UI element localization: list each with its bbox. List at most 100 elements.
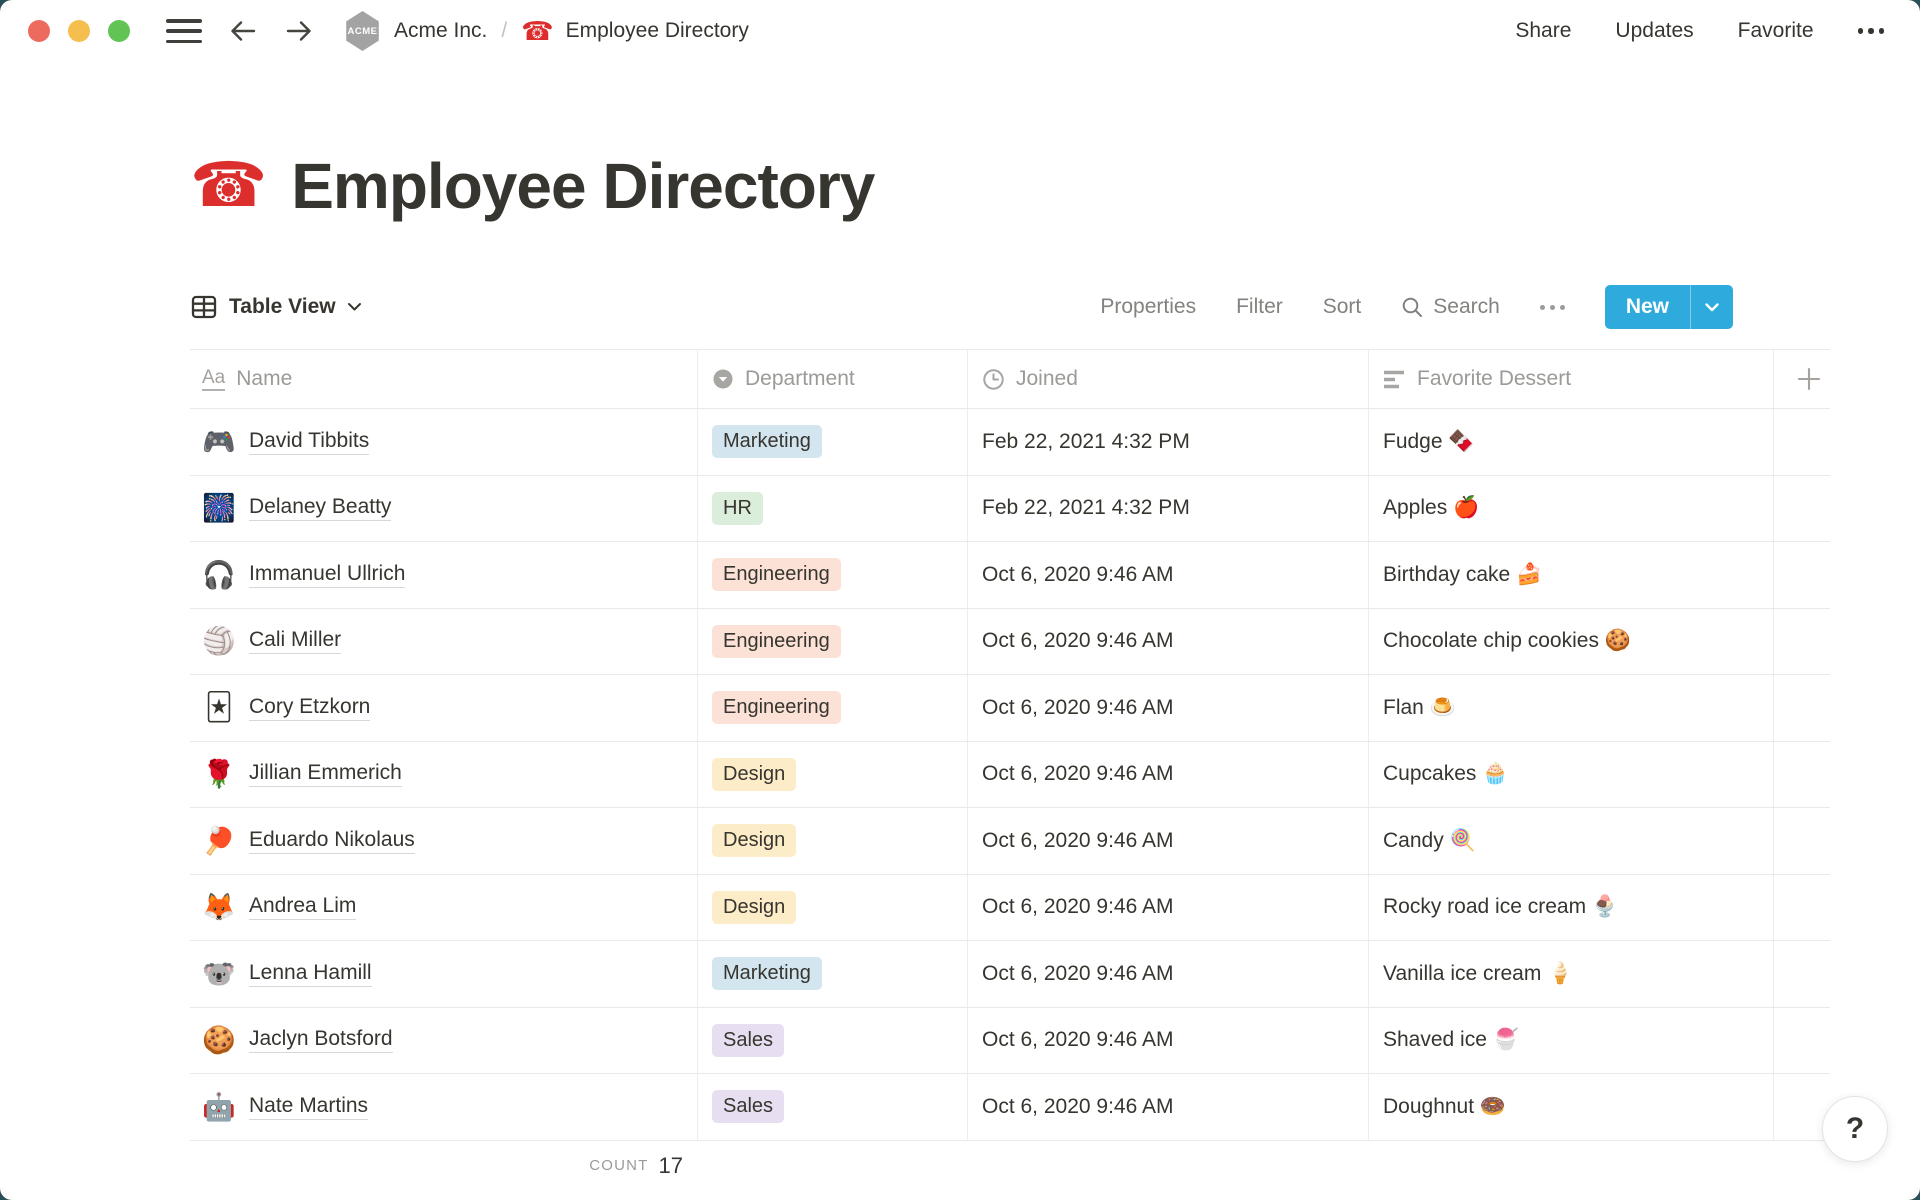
name-cell[interactable]: 🏐 Cali Miller — [190, 609, 697, 675]
table-count[interactable]: COUNT 17 — [190, 1141, 697, 1191]
table-row[interactable]: 🏐 Cali Miller Engineering Oct 6, 2020 9:… — [190, 609, 1830, 676]
dessert-cell[interactable]: Rocky road ice cream 🍨 — [1368, 875, 1773, 941]
table-row[interactable]: 🃏 Cory Etzkorn Engineering Oct 6, 2020 9… — [190, 675, 1830, 742]
department-cell[interactable]: Engineering — [697, 675, 967, 741]
joined-cell[interactable]: Oct 6, 2020 9:46 AM — [967, 542, 1368, 608]
department-cell[interactable]: Sales — [697, 1008, 967, 1074]
table-row[interactable]: 🎧 Immanuel Ullrich Engineering Oct 6, 20… — [190, 542, 1830, 609]
new-record-button[interactable]: New — [1605, 285, 1690, 329]
forward-button[interactable] — [284, 17, 314, 45]
joined-cell[interactable]: Oct 6, 2020 9:46 AM — [967, 941, 1368, 1007]
department-cell[interactable]: Marketing — [697, 409, 967, 475]
name-cell[interactable]: 🤖 Nate Martins — [190, 1074, 697, 1140]
sidebar-menu-icon[interactable] — [166, 19, 202, 43]
joined-cell[interactable]: Oct 6, 2020 9:46 AM — [967, 609, 1368, 675]
breadcrumb-page[interactable]: Employee Directory — [566, 19, 749, 43]
employee-page-link[interactable]: Jillian Emmerich — [249, 761, 402, 787]
name-cell[interactable]: 🌹 Jillian Emmerich — [190, 742, 697, 808]
name-cell[interactable]: 🍪 Jaclyn Botsford — [190, 1008, 697, 1074]
employee-page-link[interactable]: David Tibbits — [249, 429, 369, 455]
table-row[interactable]: 🎆 Delaney Beatty HR Feb 22, 2021 4:32 PM… — [190, 476, 1830, 543]
name-cell[interactable]: 🎮 David Tibbits — [190, 409, 697, 475]
department-cell[interactable]: Engineering — [697, 542, 967, 608]
dessert-cell[interactable]: Flan 🍮 — [1368, 675, 1773, 741]
department-cell[interactable]: Design — [697, 808, 967, 874]
dessert-cell[interactable]: Shaved ice 🍧 — [1368, 1008, 1773, 1074]
page-title[interactable]: Employee Directory — [291, 149, 874, 223]
name-cell[interactable]: 🎧 Immanuel Ullrich — [190, 542, 697, 608]
search-button[interactable]: Search — [1401, 295, 1500, 319]
department-cell[interactable]: Design — [697, 875, 967, 941]
dessert-cell[interactable]: Apples 🍎 — [1368, 476, 1773, 542]
column-header-favorite-dessert[interactable]: Favorite Dessert — [1368, 350, 1773, 408]
joined-cell[interactable]: Oct 6, 2020 9:46 AM — [967, 1008, 1368, 1074]
employee-page-link[interactable]: Cali Miller — [249, 628, 341, 654]
page-icon[interactable]: ☎ — [190, 155, 267, 217]
empty-cell — [1773, 1008, 1830, 1074]
updates-button[interactable]: Updates — [1615, 19, 1693, 43]
table-row[interactable]: 🎮 David Tibbits Marketing Feb 22, 2021 4… — [190, 409, 1830, 476]
name-cell[interactable]: 🐨 Lenna Hamill — [190, 941, 697, 1007]
employee-page-link[interactable]: Andrea Lim — [249, 894, 356, 920]
column-header-joined[interactable]: Joined — [967, 350, 1368, 408]
joined-cell[interactable]: Oct 6, 2020 9:46 AM — [967, 675, 1368, 741]
sort-button[interactable]: Sort — [1323, 295, 1362, 319]
column-header-name[interactable]: Aa Name — [190, 350, 697, 408]
dessert-cell[interactable]: Chocolate chip cookies 🍪 — [1368, 609, 1773, 675]
close-window-button[interactable] — [28, 20, 50, 42]
table-row[interactable]: 🍪 Jaclyn Botsford Sales Oct 6, 2020 9:46… — [190, 1008, 1830, 1075]
name-cell[interactable]: 🃏 Cory Etzkorn — [190, 675, 697, 741]
department-cell[interactable]: Design — [697, 742, 967, 808]
employee-page-link[interactable]: Jaclyn Botsford — [249, 1027, 393, 1053]
department-cell[interactable]: Sales — [697, 1074, 967, 1140]
name-cell[interactable]: 🦊 Andrea Lim — [190, 875, 697, 941]
joined-cell[interactable]: Oct 6, 2020 9:46 AM — [967, 875, 1368, 941]
view-more-options-icon[interactable] — [1540, 305, 1565, 310]
help-button[interactable]: ? — [1822, 1096, 1888, 1162]
table-row[interactable]: 🏓 Eduardo Nikolaus Design Oct 6, 2020 9:… — [190, 808, 1830, 875]
joined-cell[interactable]: Feb 22, 2021 4:32 PM — [967, 476, 1368, 542]
dessert-cell[interactable]: Candy 🍭 — [1368, 808, 1773, 874]
add-column-button[interactable] — [1773, 350, 1830, 408]
name-cell[interactable]: 🎆 Delaney Beatty — [190, 476, 697, 542]
filter-button[interactable]: Filter — [1236, 295, 1283, 319]
table-row[interactable]: 🌹 Jillian Emmerich Design Oct 6, 2020 9:… — [190, 742, 1830, 809]
back-button[interactable] — [228, 17, 258, 45]
dessert-cell[interactable]: Cupcakes 🧁 — [1368, 742, 1773, 808]
joined-cell[interactable]: Oct 6, 2020 9:46 AM — [967, 742, 1368, 808]
name-cell[interactable]: 🏓 Eduardo Nikolaus — [190, 808, 697, 874]
column-header-department[interactable]: Department — [697, 350, 967, 408]
zoom-window-button[interactable] — [108, 20, 130, 42]
dessert-cell[interactable]: Fudge 🍫 — [1368, 409, 1773, 475]
favorite-button[interactable]: Favorite — [1738, 19, 1814, 43]
table-row[interactable]: 🐨 Lenna Hamill Marketing Oct 6, 2020 9:4… — [190, 941, 1830, 1008]
employee-page-link[interactable]: Immanuel Ullrich — [249, 562, 405, 588]
employee-page-link[interactable]: Delaney Beatty — [249, 495, 391, 521]
more-options-icon[interactable] — [1858, 28, 1885, 34]
employee-page-link[interactable]: Lenna Hamill — [249, 961, 372, 987]
properties-button[interactable]: Properties — [1100, 295, 1196, 319]
dessert-cell[interactable]: Doughnut 🍩 — [1368, 1074, 1773, 1140]
dessert-cell[interactable]: Birthday cake 🍰 — [1368, 542, 1773, 608]
employee-page-link[interactable]: Cory Etzkorn — [249, 695, 370, 721]
dessert-cell[interactable]: Vanilla ice cream 🍦 — [1368, 941, 1773, 1007]
employee-page-link[interactable]: Eduardo Nikolaus — [249, 828, 415, 854]
employee-page-link[interactable]: Nate Martins — [249, 1094, 368, 1120]
joined-cell[interactable]: Oct 6, 2020 9:46 AM — [967, 808, 1368, 874]
avatar: 🐨 — [202, 958, 236, 990]
workspace-logo[interactable]: ACME — [344, 11, 381, 51]
page-content: ☎ Employee Directory Table View Properti… — [0, 136, 1920, 1191]
minimize-window-button[interactable] — [68, 20, 90, 42]
table-body: 🎮 David Tibbits Marketing Feb 22, 2021 4… — [190, 409, 1830, 1141]
joined-cell[interactable]: Oct 6, 2020 9:46 AM — [967, 1074, 1368, 1140]
joined-cell[interactable]: Feb 22, 2021 4:32 PM — [967, 409, 1368, 475]
view-switcher[interactable]: Table View — [190, 293, 362, 321]
breadcrumb-workspace[interactable]: Acme Inc. — [394, 19, 487, 43]
department-cell[interactable]: Engineering — [697, 609, 967, 675]
new-record-dropdown-button[interactable] — [1691, 285, 1733, 329]
department-cell[interactable]: HR — [697, 476, 967, 542]
share-button[interactable]: Share — [1515, 19, 1571, 43]
department-cell[interactable]: Marketing — [697, 941, 967, 1007]
table-row[interactable]: 🦊 Andrea Lim Design Oct 6, 2020 9:46 AM … — [190, 875, 1830, 942]
table-row[interactable]: 🤖 Nate Martins Sales Oct 6, 2020 9:46 AM… — [190, 1074, 1830, 1141]
